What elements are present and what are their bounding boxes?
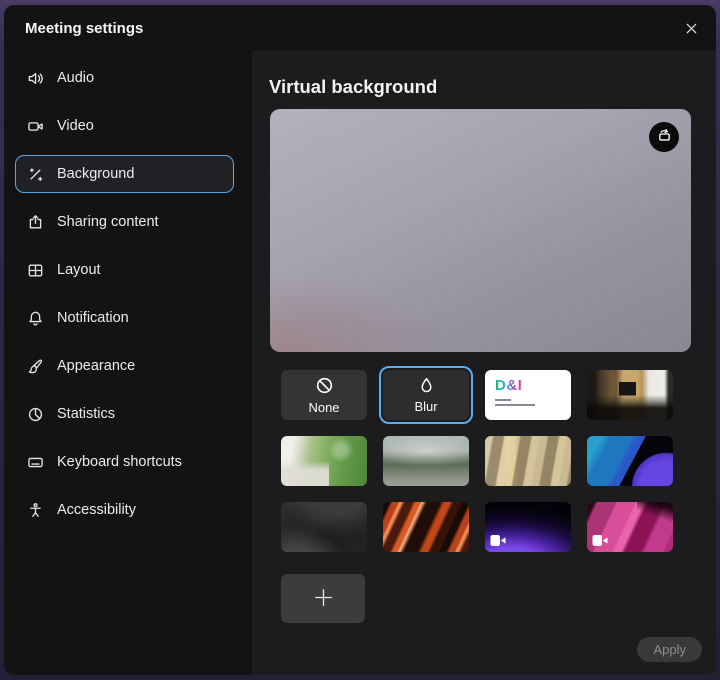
sidebar-item-notification[interactable]: Notification bbox=[15, 299, 234, 337]
background-option-pink-abstract-animated[interactable] bbox=[587, 502, 673, 552]
sidebar-item-label: Audio bbox=[57, 70, 94, 86]
add-background-button[interactable] bbox=[281, 574, 365, 623]
sidebar-item-label: Background bbox=[57, 166, 134, 182]
prohibited-icon bbox=[314, 375, 335, 399]
background-option-none[interactable]: None bbox=[281, 370, 367, 420]
background-option-office-room[interactable] bbox=[587, 370, 673, 420]
sidebar-item-label: Statistics bbox=[57, 406, 115, 422]
di-logo-text: D&I bbox=[495, 377, 522, 394]
di-tagline-lines bbox=[495, 399, 539, 407]
close-button[interactable] bbox=[678, 17, 704, 43]
sidebar-item-video[interactable]: Video bbox=[15, 107, 234, 145]
sidebar-item-statistics[interactable]: Statistics bbox=[15, 395, 234, 433]
camera-preview bbox=[270, 109, 691, 352]
background-option-label: None bbox=[308, 400, 339, 415]
background-option-living-room[interactable] bbox=[281, 436, 367, 486]
paintbrush-icon bbox=[27, 358, 44, 375]
background-option-window-light[interactable] bbox=[485, 436, 571, 486]
magic-wand-icon bbox=[27, 166, 44, 183]
plus-icon bbox=[312, 586, 335, 612]
background-option-lava-texture[interactable] bbox=[383, 502, 469, 552]
background-option-di-logo[interactable]: D&I bbox=[485, 370, 571, 420]
background-grid: None Blur D&I bbox=[281, 370, 673, 552]
sidebar-item-label: Sharing content bbox=[57, 214, 159, 230]
bell-icon bbox=[27, 310, 44, 327]
background-option-purple-glow-animated[interactable] bbox=[485, 502, 571, 552]
layout-grid-icon bbox=[27, 262, 44, 279]
pie-chart-icon bbox=[27, 406, 44, 423]
video-camera-icon bbox=[27, 118, 44, 135]
speaker-icon bbox=[27, 70, 44, 87]
meeting-settings-dialog: Meeting settings Audio Video Background bbox=[4, 5, 716, 675]
sidebar: Audio Video Background Sharing content L… bbox=[4, 59, 252, 539]
accessibility-icon bbox=[27, 502, 44, 519]
sidebar-item-appearance[interactable]: Appearance bbox=[15, 347, 234, 385]
sidebar-item-keyboard-shortcuts[interactable]: Keyboard shortcuts bbox=[15, 443, 234, 481]
panel-title: Virtual background bbox=[269, 76, 437, 98]
sidebar-item-label: Keyboard shortcuts bbox=[57, 454, 182, 470]
close-icon bbox=[684, 21, 699, 39]
flip-camera-icon bbox=[656, 127, 673, 147]
sidebar-item-label: Appearance bbox=[57, 358, 135, 374]
sidebar-item-background[interactable]: Background bbox=[15, 155, 234, 193]
droplet-icon bbox=[417, 376, 436, 398]
background-option-dark-waves[interactable] bbox=[281, 502, 367, 552]
keyboard-icon bbox=[27, 454, 44, 471]
titlebar: Meeting settings bbox=[4, 5, 716, 50]
sidebar-item-label: Notification bbox=[57, 310, 129, 326]
sidebar-item-label: Accessibility bbox=[57, 502, 136, 518]
sidebar-item-label: Layout bbox=[57, 262, 101, 278]
share-icon bbox=[27, 214, 44, 231]
dialog-title: Meeting settings bbox=[25, 20, 143, 37]
sidebar-item-layout[interactable]: Layout bbox=[15, 251, 234, 289]
virtual-background-panel: Virtual background None Blur bbox=[252, 50, 716, 675]
video-camera-badge-icon bbox=[490, 534, 506, 547]
sidebar-item-audio[interactable]: Audio bbox=[15, 59, 234, 97]
apply-button[interactable]: Apply bbox=[637, 637, 702, 662]
background-option-label: Blur bbox=[414, 399, 437, 414]
sidebar-item-accessibility[interactable]: Accessibility bbox=[15, 491, 234, 529]
background-option-blur[interactable]: Blur bbox=[383, 370, 469, 420]
background-option-blurred-mountains[interactable] bbox=[383, 436, 469, 486]
background-option-abstract-blue-purple[interactable] bbox=[587, 436, 673, 486]
sidebar-item-sharing-content[interactable]: Sharing content bbox=[15, 203, 234, 241]
sidebar-item-label: Video bbox=[57, 118, 94, 134]
video-camera-badge-icon bbox=[592, 534, 608, 547]
flip-camera-button[interactable] bbox=[649, 122, 679, 152]
